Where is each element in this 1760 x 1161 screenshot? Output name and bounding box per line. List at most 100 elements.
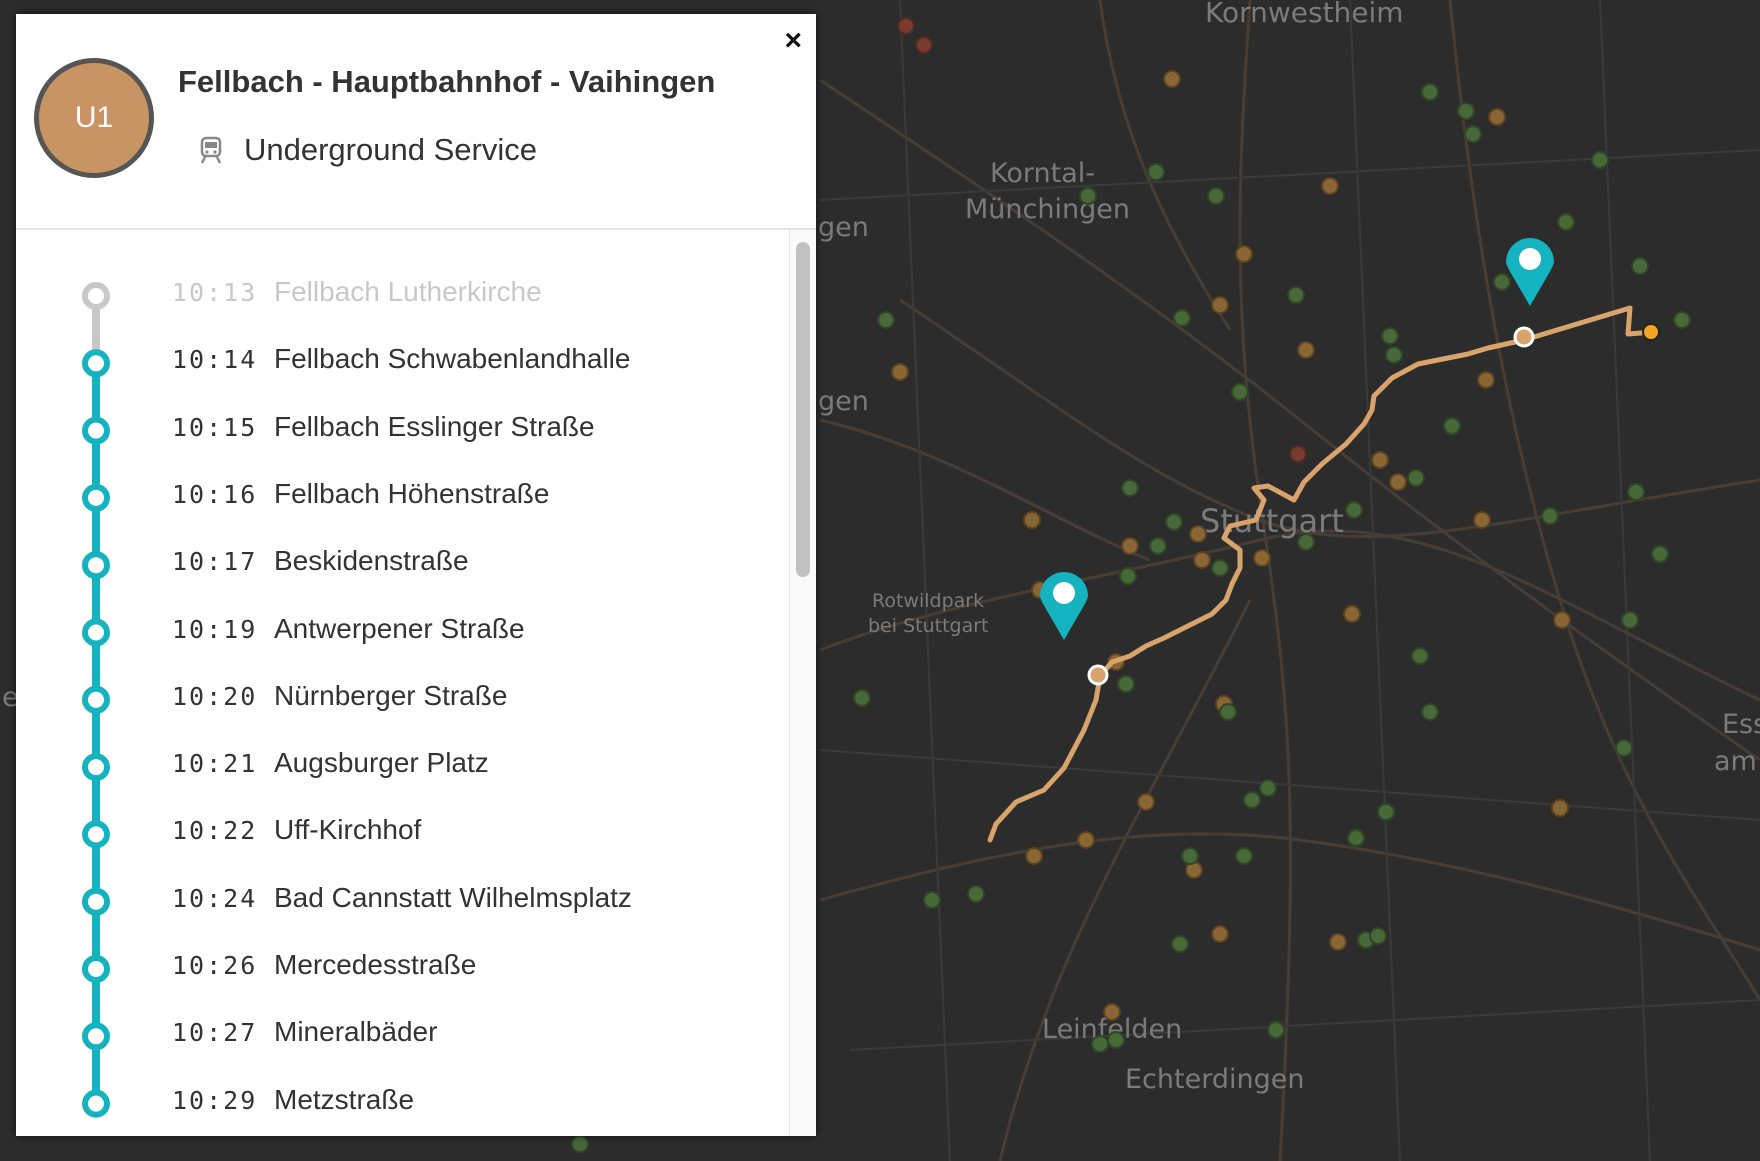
stop-row[interactable]: 10:16 Fellbach Höhenstraße — [16, 476, 756, 516]
map-stop-dot[interactable] — [1121, 537, 1139, 555]
route-service-label: Underground Service — [244, 132, 537, 167]
map-stop-dot[interactable] — [1553, 611, 1571, 629]
map-stop-dot[interactable] — [1079, 187, 1097, 205]
map-stop-dot[interactable] — [923, 891, 941, 909]
vehicle-position-dot[interactable] — [1642, 323, 1660, 341]
map-stop-dot[interactable] — [1329, 933, 1347, 951]
map-stop-dot[interactable] — [1193, 551, 1211, 569]
map-stop-dot[interactable] — [1473, 511, 1491, 529]
map-stop-dot[interactable] — [1345, 501, 1363, 519]
stop-row[interactable]: 10:13 Fellbach Lutherkirche — [16, 274, 756, 314]
map-stop-dot[interactable] — [1267, 1021, 1285, 1039]
map-stop-dot[interactable] — [1557, 213, 1575, 231]
map-stop-dot[interactable] — [877, 311, 895, 329]
map-stop-dot[interactable] — [1673, 311, 1691, 329]
map-stop-dot[interactable] — [967, 885, 985, 903]
map-stop-dot[interactable] — [1621, 611, 1639, 629]
map-stop-dot[interactable] — [1121, 479, 1139, 497]
map-stop-dot[interactable] — [1211, 559, 1229, 577]
map-stop-dot[interactable] — [1488, 108, 1506, 126]
map-stop-dot[interactable] — [1091, 1035, 1109, 1053]
map-stop-dot[interactable] — [1457, 102, 1475, 120]
map-label-bei-stuttgart: bei Stuttgart — [868, 615, 989, 637]
map-stop-dot[interactable] — [1591, 151, 1609, 169]
map-stop-dot[interactable] — [1477, 371, 1495, 389]
map-stop-dot[interactable] — [1149, 537, 1167, 555]
map-stop-dot[interactable] — [1287, 286, 1305, 304]
map-stop-dot[interactable] — [1219, 703, 1237, 721]
map-stop-dot[interactable] — [891, 363, 909, 381]
map-stop-dot[interactable] — [1211, 925, 1229, 943]
map-stop-dot[interactable] — [1181, 847, 1199, 865]
map-stop-dot[interactable] — [915, 36, 933, 54]
map-stop-dot[interactable] — [1551, 799, 1569, 817]
map-stop-dot[interactable] — [1343, 605, 1361, 623]
map-stop-dot[interactable] — [1377, 803, 1395, 821]
map-stop-dot[interactable] — [1371, 451, 1389, 469]
map-stop-dot[interactable] — [1231, 383, 1249, 401]
stop-row[interactable]: 10:20 Nürnberger Straße — [16, 678, 756, 718]
stop-row[interactable]: 10:21 Augsburger Platz — [16, 745, 756, 785]
map-stop-dot[interactable] — [1389, 473, 1407, 491]
map-stop-dot[interactable] — [1369, 927, 1387, 945]
map-stop-dot[interactable] — [1235, 847, 1253, 865]
map-stop-dot[interactable] — [1443, 417, 1461, 435]
map-stop-dot[interactable] — [1137, 793, 1155, 811]
map-stop-dot[interactable] — [1077, 831, 1095, 849]
map-stop-dot[interactable] — [897, 17, 915, 35]
map-stop-dot[interactable] — [1119, 567, 1137, 585]
map-stop-dot[interactable] — [1407, 469, 1425, 487]
stop-row[interactable]: 10:24 Bad Cannstatt Wilhelmsplatz — [16, 880, 756, 920]
map-stop-dot[interactable] — [1023, 511, 1041, 529]
map-stop-dot[interactable] — [1347, 829, 1365, 847]
scrollbar[interactable] — [789, 230, 816, 1136]
map-stop-dot[interactable] — [1289, 445, 1307, 463]
scrollbar-thumb[interactable] — [796, 242, 810, 577]
stop-row[interactable]: 10:22 Uff-Kirchhof — [16, 812, 756, 852]
map-stop-dot[interactable] — [853, 689, 871, 707]
map-stop-dot[interactable] — [1147, 163, 1165, 181]
map-stop-dot[interactable] — [1297, 533, 1315, 551]
map-stop-dot[interactable] — [1207, 187, 1225, 205]
stop-row[interactable]: 10:27 Mineralbäder — [16, 1014, 756, 1054]
map-stop-dot[interactable] — [1385, 346, 1403, 364]
map-stop-dot[interactable] — [1171, 935, 1189, 953]
map-stop-dot[interactable] — [1103, 1003, 1121, 1021]
map-stop-dot[interactable] — [1117, 675, 1135, 693]
stop-row[interactable]: 10:19 Antwerpener Straße — [16, 611, 756, 651]
route-endpoint-dot[interactable] — [1513, 326, 1535, 348]
map-stop-dot[interactable] — [1541, 507, 1559, 525]
stop-row[interactable]: 10:26 Mercedesstraße — [16, 947, 756, 987]
map-stop-dot[interactable] — [1253, 549, 1271, 567]
map-stop-dot[interactable] — [1165, 513, 1183, 531]
stop-row[interactable]: 10:29 Metzstraße — [16, 1082, 756, 1122]
stop-row[interactable]: 10:14 Fellbach Schwabenlandhalle — [16, 341, 756, 381]
map-stop-dot[interactable] — [1651, 545, 1669, 563]
map-stop-dot[interactable] — [1464, 125, 1482, 143]
map-stop-dot[interactable] — [1107, 1031, 1125, 1049]
map-stop-dot[interactable] — [1627, 483, 1645, 501]
map-stop-dot[interactable] — [1411, 647, 1429, 665]
map-stop-dot[interactable] — [1163, 70, 1181, 88]
map-stop-dot[interactable] — [571, 1135, 589, 1153]
map-stop-dot[interactable] — [1297, 341, 1315, 359]
map-stop-dot[interactable] — [1025, 847, 1043, 865]
map-stop-dot[interactable] — [1243, 791, 1261, 809]
map-stop-dot[interactable] — [1493, 273, 1511, 291]
map-stop-dot[interactable] — [1321, 177, 1339, 195]
stop-row[interactable]: 10:17 Beskidenstraße — [16, 543, 756, 583]
map-stop-dot[interactable] — [1235, 245, 1253, 263]
stop-list[interactable]: 10:13 Fellbach Lutherkirche 10:14 Fellbach … — [16, 230, 816, 1136]
map-stop-dot[interactable] — [1211, 296, 1229, 314]
map-stop-dot[interactable] — [1173, 309, 1191, 327]
map-stop-dot[interactable] — [1381, 327, 1399, 345]
close-button[interactable]: × — [784, 26, 802, 56]
map-stop-dot[interactable] — [1421, 703, 1439, 721]
route-endpoint-dot[interactable] — [1087, 664, 1109, 686]
stop-row[interactable]: 10:15 Fellbach Esslinger Straße — [16, 409, 756, 449]
map-stop-dot[interactable] — [1189, 525, 1207, 543]
map-stop-dot[interactable] — [1615, 739, 1633, 757]
map-stop-dot[interactable] — [1421, 83, 1439, 101]
map-stop-dot[interactable] — [1631, 257, 1649, 275]
map-stop-dot[interactable] — [1259, 779, 1277, 797]
